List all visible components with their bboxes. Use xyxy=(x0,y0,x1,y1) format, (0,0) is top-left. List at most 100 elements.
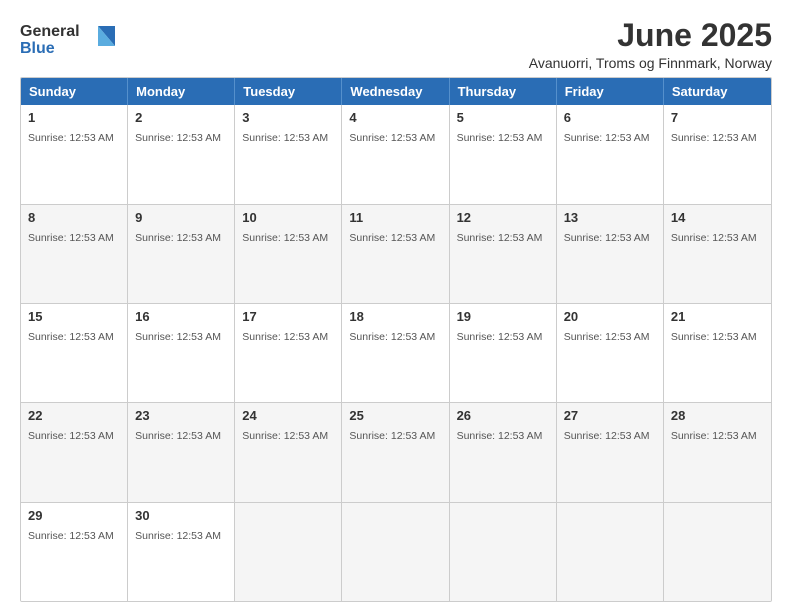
calendar-week-2: 8 Sunrise: 12:53 AM 9 Sunrise: 12:53 AM 10 Su… xyxy=(21,205,771,304)
day-number: 20 xyxy=(564,309,656,324)
day-number: 15 xyxy=(28,309,120,324)
day-number: 12 xyxy=(457,210,549,225)
sunrise-time: Sunrise: 12:53 AM xyxy=(457,132,543,144)
sunrise-time: Sunrise: 12:53 AM xyxy=(671,430,757,442)
sunrise-time: Sunrise: 12:53 AM xyxy=(28,331,114,343)
page: General Blue June 2025 Avanuorri, Troms … xyxy=(0,0,792,612)
header-tuesday: Tuesday xyxy=(235,78,342,105)
cal-cell-13: 13 Sunrise: 12:53 AM xyxy=(557,205,664,303)
day-number: 5 xyxy=(457,110,549,125)
sunrise-time: Sunrise: 12:53 AM xyxy=(135,232,221,244)
cal-cell-7: 7 Sunrise: 12:53 AM xyxy=(664,105,771,203)
day-number: 9 xyxy=(135,210,227,225)
cal-cell-24: 24Sunrise: 12:53 AM xyxy=(235,403,342,501)
header-friday: Friday xyxy=(557,78,664,105)
sunrise-time: Sunrise: 12:53 AM xyxy=(671,232,757,244)
header-saturday: Saturday xyxy=(664,78,771,105)
cal-cell-19: 19Sunrise: 12:53 AM xyxy=(450,304,557,402)
day-number: 6 xyxy=(564,110,656,125)
sunrise-time: Sunrise: 12:53 AM xyxy=(564,232,650,244)
sunrise-time: Sunrise: 12:53 AM xyxy=(457,331,543,343)
day-number: 27 xyxy=(564,408,656,423)
cal-cell-17: 17Sunrise: 12:53 AM xyxy=(235,304,342,402)
sunrise-time: Sunrise: 12:53 AM xyxy=(135,132,221,144)
sunrise-time: Sunrise: 12:53 AM xyxy=(135,530,221,542)
day-number: 29 xyxy=(28,508,120,523)
cal-cell-18: 18Sunrise: 12:53 AM xyxy=(342,304,449,402)
sunrise-time: Sunrise: 12:53 AM xyxy=(28,132,114,144)
cal-cell-5: 5 Sunrise: 12:53 AM xyxy=(450,105,557,203)
day-number: 24 xyxy=(242,408,334,423)
sunrise-time: Sunrise: 12:53 AM xyxy=(28,530,114,542)
header-sunday: Sunday xyxy=(21,78,128,105)
cal-cell-10: 10 Sunrise: 12:53 AM xyxy=(235,205,342,303)
cal-cell-1: 1 Sunrise: 12:53 AM xyxy=(21,105,128,203)
sunrise-time: Sunrise: 12:53 AM xyxy=(457,232,543,244)
cal-cell-25: 25Sunrise: 12:53 AM xyxy=(342,403,449,501)
sunrise-time: Sunrise: 12:53 AM xyxy=(671,132,757,144)
header-wednesday: Wednesday xyxy=(342,78,449,105)
day-number: 14 xyxy=(671,210,764,225)
day-number: 8 xyxy=(28,210,120,225)
header: General Blue June 2025 Avanuorri, Troms … xyxy=(20,18,772,71)
cal-cell-30: 30 Sunrise: 12:53 AM xyxy=(128,503,235,601)
day-number: 3 xyxy=(242,110,334,125)
sunrise-time: Sunrise: 12:53 AM xyxy=(242,331,328,343)
sunrise-time: Sunrise: 12:53 AM xyxy=(135,331,221,343)
cal-cell-8: 8 Sunrise: 12:53 AM xyxy=(21,205,128,303)
sunrise-time: Sunrise: 12:53 AM xyxy=(564,132,650,144)
day-number: 4 xyxy=(349,110,441,125)
day-number: 7 xyxy=(671,110,764,125)
svg-text:Blue: Blue xyxy=(20,40,55,57)
header-monday: Monday xyxy=(128,78,235,105)
day-number: 1 xyxy=(28,110,120,125)
svg-text:General: General xyxy=(20,23,80,40)
sunrise-time: Sunrise: 12:53 AM xyxy=(671,331,757,343)
cal-cell-9: 9 Sunrise: 12:53 AM xyxy=(128,205,235,303)
cal-cell-empty xyxy=(557,503,664,601)
cal-cell-empty xyxy=(664,503,771,601)
sunrise-time: Sunrise: 12:53 AM xyxy=(564,331,650,343)
sunrise-time: Sunrise: 12:53 AM xyxy=(28,232,114,244)
cal-cell-16: 16Sunrise: 12:53 AM xyxy=(128,304,235,402)
month-year-title: June 2025 xyxy=(529,18,772,53)
cal-cell-12: 12 Sunrise: 12:53 AM xyxy=(450,205,557,303)
cal-cell-14: 14 Sunrise: 12:53 AM xyxy=(664,205,771,303)
sunrise-time: Sunrise: 12:53 AM xyxy=(242,232,328,244)
cal-cell-11: 11 Sunrise: 12:53 AM xyxy=(342,205,449,303)
cal-cell-15: 15 Sunrise: 12:53 AM xyxy=(21,304,128,402)
cal-cell-empty xyxy=(342,503,449,601)
sunrise-time: Sunrise: 12:53 AM xyxy=(28,430,114,442)
sunrise-time: Sunrise: 12:53 AM xyxy=(564,430,650,442)
day-number: 22 xyxy=(28,408,120,423)
cal-cell-22: 22 Sunrise: 12:53 AM xyxy=(21,403,128,501)
sunrise-time: Sunrise: 12:53 AM xyxy=(242,132,328,144)
cal-cell-4: 4Sunrise: 12:53 AM xyxy=(342,105,449,203)
location-subtitle: Avanuorri, Troms og Finnmark, Norway xyxy=(529,55,772,71)
cal-cell-3: 3 Sunrise: 12:53 AM xyxy=(235,105,342,203)
title-section: June 2025 Avanuorri, Troms og Finnmark, … xyxy=(529,18,772,71)
cal-cell-empty xyxy=(450,503,557,601)
cal-cell-26: 26Sunrise: 12:53 AM xyxy=(450,403,557,501)
day-number: 21 xyxy=(671,309,764,324)
cal-cell-23: 23Sunrise: 12:53 AM xyxy=(128,403,235,501)
calendar: Sunday Monday Tuesday Wednesday Thursday… xyxy=(20,77,772,602)
day-number: 18 xyxy=(349,309,441,324)
day-number: 10 xyxy=(242,210,334,225)
day-number: 30 xyxy=(135,508,227,523)
cal-cell-20: 20 Sunrise: 12:53 AM xyxy=(557,304,664,402)
sunrise-time: Sunrise: 12:53 AM xyxy=(457,430,543,442)
day-number: 11 xyxy=(349,210,441,225)
calendar-week-5: 29 Sunrise: 12:53 AM 30 Sunrise: 12:53 AM xyxy=(21,503,771,601)
day-number: 28 xyxy=(671,408,764,423)
calendar-week-3: 15Sunrise: 12:53 AM16Sunrise: 12:53 AM17… xyxy=(21,304,771,403)
cal-cell-29: 29 Sunrise: 12:53 AM xyxy=(21,503,128,601)
sunrise-time: Sunrise: 12:53 AM xyxy=(349,232,435,244)
header-thursday: Thursday xyxy=(450,78,557,105)
day-number: 25 xyxy=(349,408,441,423)
cal-cell-27: 27 Sunrise: 12:53 AM xyxy=(557,403,664,501)
calendar-week-1: 1Sunrise: 12:53 AM2Sunrise: 12:53 AM3Sun… xyxy=(21,105,771,204)
day-number: 13 xyxy=(564,210,656,225)
cal-cell-28: 28 Sunrise: 12:53 AM xyxy=(664,403,771,501)
sunrise-time: Sunrise: 12:53 AM xyxy=(135,430,221,442)
